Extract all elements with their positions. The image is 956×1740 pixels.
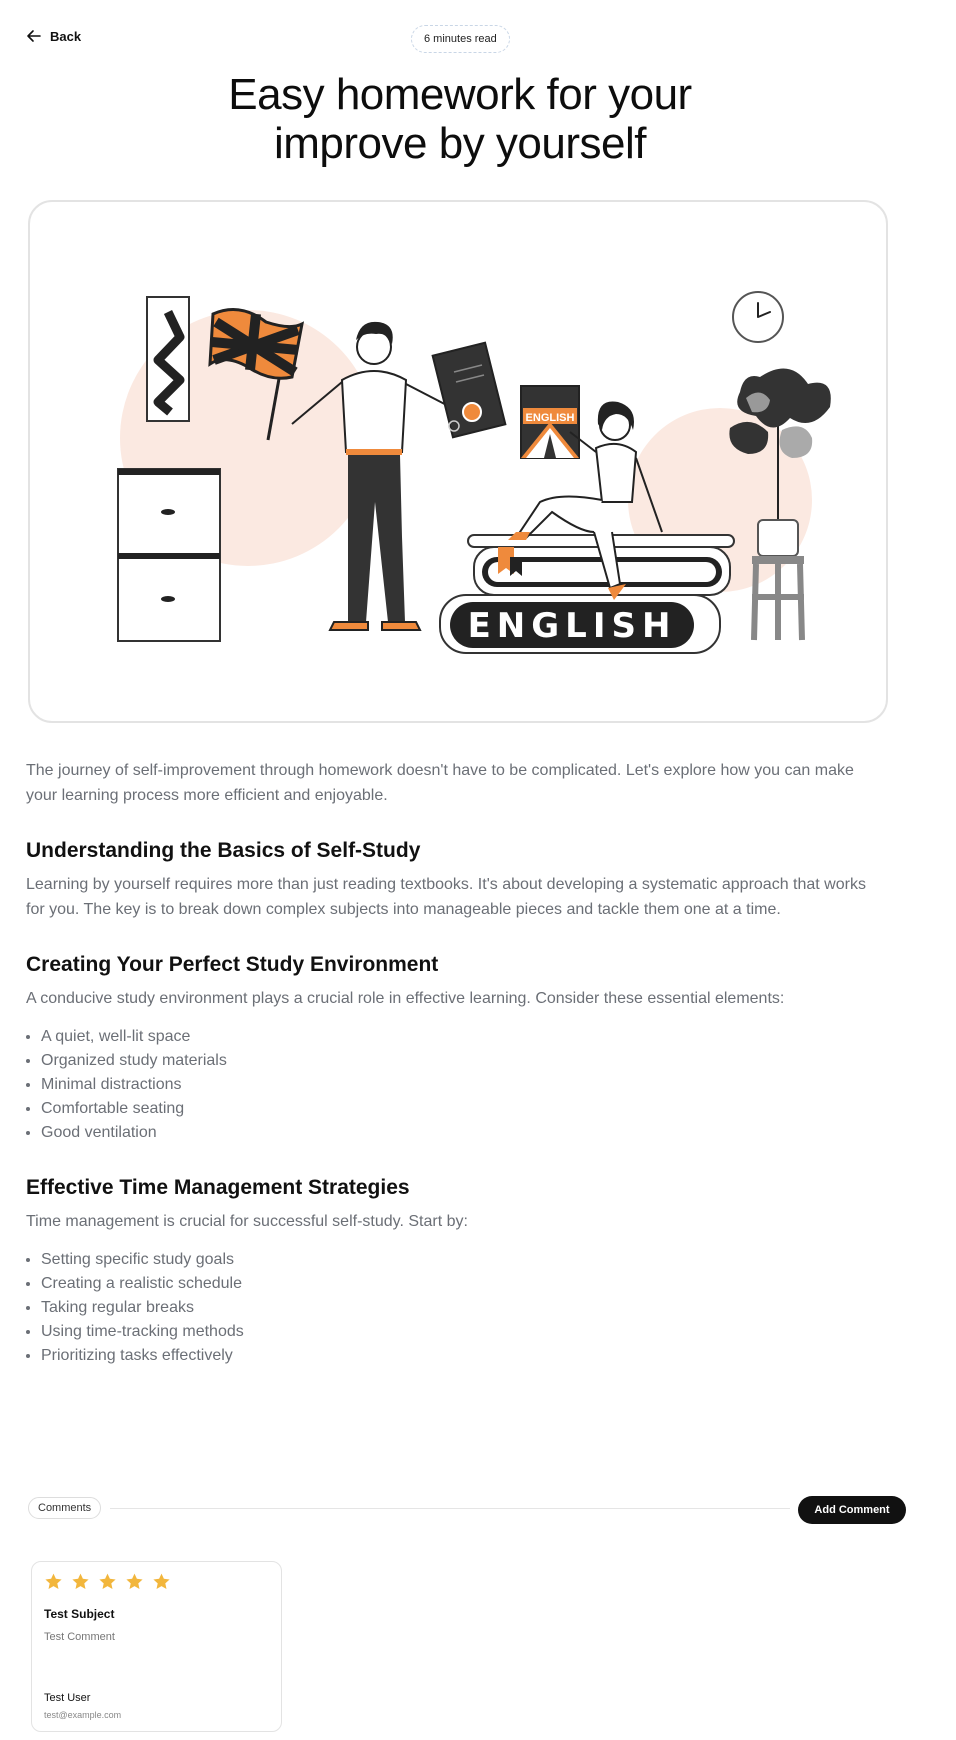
read-time-badge: 6 minutes read bbox=[411, 25, 510, 53]
section-text: Time management is crucial for successfu… bbox=[26, 1213, 468, 1230]
environment-list: A quiet, well-lit space Organized study … bbox=[26, 1025, 886, 1145]
article-intro: The journey of self-improvement through … bbox=[26, 762, 854, 804]
title-line-1: Easy homework for your bbox=[228, 70, 692, 119]
back-label: Back bbox=[50, 28, 82, 44]
english-book-badge: ENGLISH bbox=[520, 385, 580, 459]
comment-body: Test Comment bbox=[44, 1631, 115, 1643]
cabinet bbox=[117, 468, 221, 642]
comment-subject: Test Subject bbox=[44, 1607, 115, 1621]
star-icon bbox=[45, 1573, 62, 1589]
star-icon bbox=[153, 1573, 170, 1589]
list-item: Good ventilation bbox=[41, 1121, 886, 1145]
star-rating bbox=[44, 1572, 171, 1591]
comment-user: Test User bbox=[44, 1692, 91, 1704]
back-button[interactable]: Back bbox=[26, 28, 81, 44]
comment-card: Test Subject Test Comment Test User test… bbox=[31, 1561, 282, 1732]
list-item: Minimal distractions bbox=[41, 1073, 886, 1097]
star-icon bbox=[126, 1573, 143, 1589]
list-item: Using time-tracking methods bbox=[41, 1320, 886, 1344]
divider bbox=[110, 1508, 790, 1509]
add-comment-button[interactable]: Add Comment bbox=[798, 1496, 906, 1524]
section-heading: Understanding the Basics of Self-Study bbox=[26, 839, 421, 862]
badge-word: ENGLISH bbox=[526, 412, 575, 424]
section-time-management: Effective Time Management Strategies Tim… bbox=[26, 1175, 886, 1368]
title-line-2: improve by yourself bbox=[274, 119, 646, 168]
page-title: Easy homework for your improve by yourse… bbox=[150, 70, 770, 168]
books-stack: ENGLISH bbox=[439, 534, 735, 654]
comment-email: test@example.com bbox=[44, 1710, 122, 1720]
list-item: Prioritizing tasks effectively bbox=[41, 1344, 886, 1368]
wall-art bbox=[146, 296, 190, 422]
study-illustration: ENGLISH ENGLISH bbox=[117, 291, 831, 654]
time-management-list: Setting specific study goals Creating a … bbox=[26, 1248, 886, 1368]
section-basics: Understanding the Basics of Self-Study L… bbox=[26, 838, 886, 922]
list-item: Setting specific study goals bbox=[41, 1248, 886, 1272]
certificate bbox=[431, 341, 507, 439]
section-text: A conducive study environment plays a cr… bbox=[26, 990, 785, 1007]
star-icon bbox=[72, 1573, 89, 1589]
list-item: A quiet, well-lit space bbox=[41, 1025, 886, 1049]
comments-label: Comments bbox=[28, 1497, 102, 1519]
list-item: Creating a realistic schedule bbox=[41, 1272, 886, 1296]
list-item: Organized study materials bbox=[41, 1049, 886, 1073]
list-item: Taking regular breaks bbox=[41, 1296, 886, 1320]
book-cover-word: ENGLISH bbox=[468, 606, 677, 646]
list-item: Comfortable seating bbox=[41, 1097, 886, 1121]
section-heading: Creating Your Perfect Study Environment bbox=[26, 953, 439, 976]
section-heading: Effective Time Management Strategies bbox=[26, 1176, 410, 1199]
comments-header: Comments Add Comment bbox=[28, 1496, 906, 1525]
wall-clock-icon bbox=[732, 291, 784, 343]
star-icon bbox=[99, 1573, 116, 1589]
arrow-left-icon bbox=[27, 30, 41, 42]
hero-illustration: ENGLISH ENGLISH bbox=[28, 200, 888, 723]
section-text: Learning by yourself requires more than … bbox=[26, 876, 866, 918]
section-environment: Creating Your Perfect Study Environment … bbox=[26, 952, 886, 1145]
article-content: The journey of self-improvement through … bbox=[26, 758, 886, 1368]
